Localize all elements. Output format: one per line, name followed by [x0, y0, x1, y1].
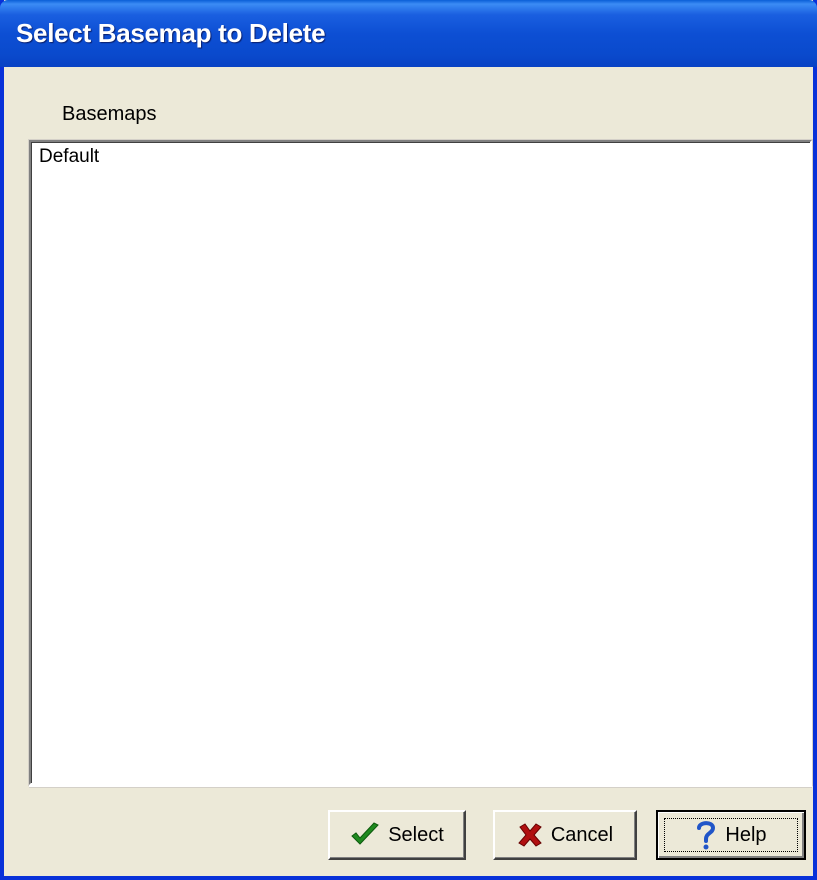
- basemaps-listbox[interactable]: Default: [29, 140, 812, 785]
- title-bar[interactable]: Select Basemap to Delete: [0, 0, 817, 67]
- x-icon: [517, 822, 543, 848]
- help-button[interactable]: Help: [656, 810, 806, 860]
- select-button[interactable]: Select: [328, 810, 466, 860]
- basemaps-label: Basemaps: [62, 103, 157, 125]
- select-label: Select: [388, 823, 444, 846]
- list-item[interactable]: Default: [39, 146, 99, 168]
- dialog-title: Select Basemap to Delete: [16, 18, 326, 48]
- checkmark-icon: [350, 822, 380, 848]
- cancel-label: Cancel: [550, 823, 614, 846]
- dialog-window: Select Basemap to Delete Basemaps Defaul…: [0, 0, 817, 880]
- focus-rectangle: [664, 818, 798, 852]
- cancel-button[interactable]: Cancel: [493, 810, 637, 860]
